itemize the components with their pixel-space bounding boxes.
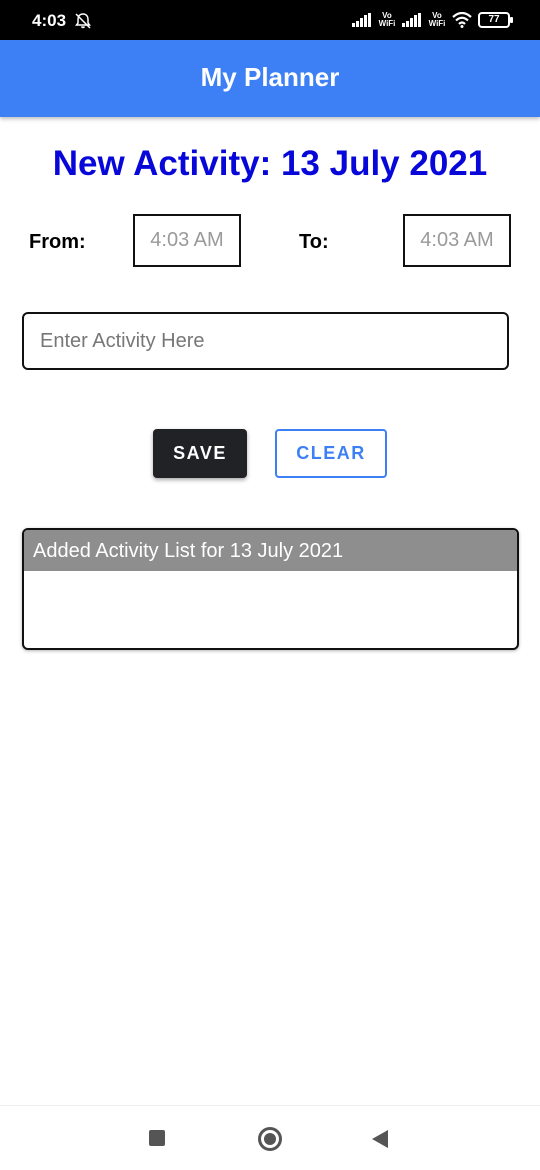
- to-time-picker[interactable]: 4:03 AM: [403, 214, 511, 267]
- vowifi-label: Vo WiFi: [428, 11, 446, 28]
- battery-icon: 77: [478, 12, 513, 28]
- home-circle-icon[interactable]: [258, 1127, 282, 1151]
- status-bar: 4:03 Vo WiFi Vo WiFi 77: [0, 0, 540, 40]
- wifi-icon: [452, 12, 472, 28]
- activity-list-panel: Added Activity List for 13 July 2021: [22, 528, 519, 650]
- clear-button[interactable]: CLEAR: [275, 429, 387, 478]
- app-title: My Planner: [200, 62, 340, 92]
- from-label: From:: [29, 231, 86, 253]
- status-time: 4:03: [32, 11, 67, 30]
- page-title: New Activity: 13 July 2021: [52, 144, 488, 183]
- app-bar: My Planner: [0, 40, 540, 117]
- activity-input[interactable]: [22, 312, 509, 370]
- from-time-picker[interactable]: 4:03 AM: [133, 214, 241, 267]
- navigation-bar: [0, 1105, 540, 1170]
- to-label: To:: [299, 231, 329, 253]
- vowifi-label: Vo WiFi: [378, 11, 396, 28]
- back-triangle-icon[interactable]: [372, 1130, 388, 1148]
- activity-list-header: Added Activity List for 13 July 2021: [24, 530, 517, 571]
- status-icons: Vo WiFi Vo WiFi 77: [352, 10, 513, 30]
- save-button[interactable]: SAVE: [153, 429, 247, 478]
- signal-icon: [352, 13, 371, 27]
- bell-off-icon: [75, 13, 91, 29]
- signal-icon: [402, 13, 421, 27]
- recents-square-icon[interactable]: [149, 1130, 165, 1146]
